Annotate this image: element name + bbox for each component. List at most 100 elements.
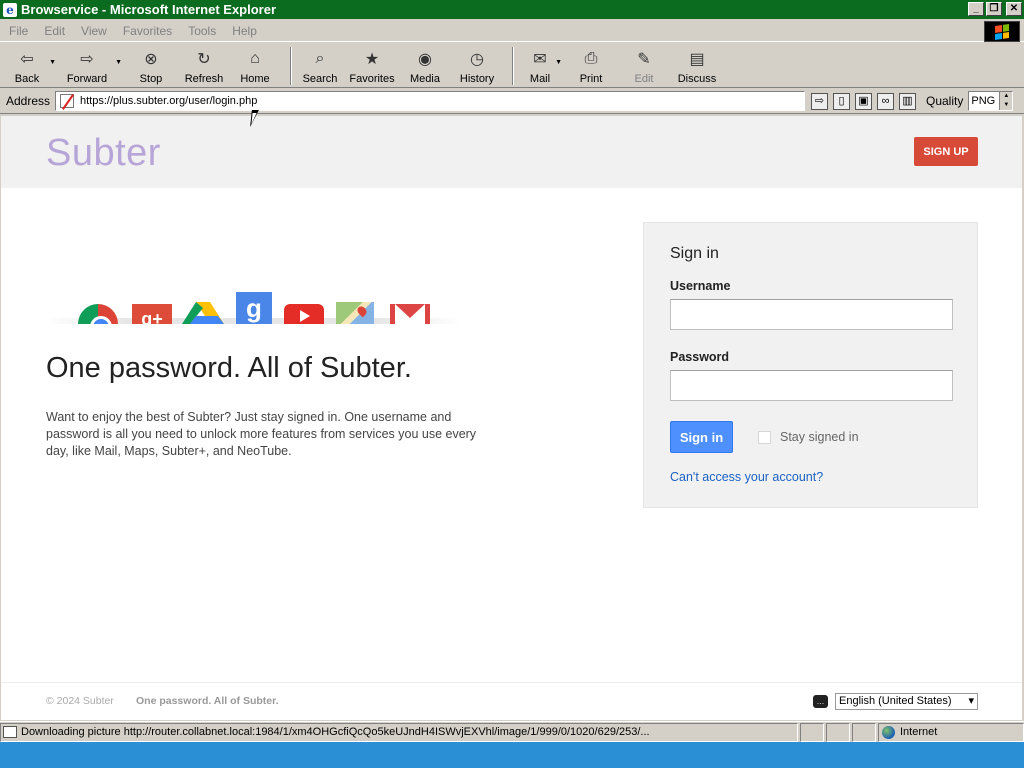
- cant-access-account-link[interactable]: Can't access your account?: [670, 470, 823, 484]
- standard-toolbar: ⇦ Back ▼ ⇨ Forward ▼ ⊗ Stop ↻ Refresh ⌂ …: [0, 45, 1024, 88]
- media-icon: ◉: [418, 51, 432, 68]
- chrome-icon: [78, 304, 118, 324]
- back-button[interactable]: ⇦ Back ▼: [0, 45, 56, 88]
- address-input[interactable]: https://plus.subter.org/user/login.php: [55, 91, 805, 111]
- media-label: Media: [410, 73, 440, 85]
- history-button[interactable]: ◷ History: [448, 45, 506, 88]
- forward-button[interactable]: ⇨ Forward ▼: [54, 45, 122, 88]
- refresh-label: Refresh: [184, 73, 224, 85]
- quality-select[interactable]: PNG ▲ ▼: [968, 91, 1014, 111]
- password-field[interactable]: [670, 370, 953, 401]
- subter-logo[interactable]: Subter: [46, 132, 161, 175]
- forward-label: Forward: [66, 73, 108, 85]
- bookmark-icon[interactable]: ▯: [833, 92, 850, 110]
- copyright-text: © 2024 Subter: [46, 695, 114, 707]
- menu-file[interactable]: File: [0, 24, 36, 38]
- sign-in-button[interactable]: Sign in: [670, 421, 733, 453]
- sign-in-card: Sign in Username Password Sign in Stay s…: [643, 222, 978, 508]
- password-label: Password: [670, 350, 730, 364]
- discuss-label: Discuss: [677, 73, 717, 85]
- menu-tools[interactable]: Tools: [180, 24, 224, 38]
- ie-logo-icon: e: [3, 2, 17, 17]
- save-page-icon[interactable]: ▣: [855, 92, 872, 110]
- username-label: Username: [670, 279, 731, 293]
- status-bar: Downloading picture http://router.collab…: [0, 721, 1024, 742]
- product-icons-strip: g+ g: [46, 284, 461, 324]
- menu-help[interactable]: Help: [224, 24, 265, 38]
- sign-up-button[interactable]: SIGN UP: [914, 137, 978, 166]
- quality-label: Quality: [926, 94, 964, 108]
- window-controls: _ ❐ ✕: [968, 2, 1022, 16]
- home-icon: ⌂: [250, 50, 260, 67]
- search-button[interactable]: ⌕ Search: [298, 45, 342, 88]
- address-actions: ⇨ ▯ ▣ ∞ ▥: [811, 92, 916, 110]
- back-arrow-icon: ⇦: [20, 51, 34, 68]
- menu-edit[interactable]: Edit: [36, 24, 73, 38]
- menu-view[interactable]: View: [73, 24, 115, 38]
- menu-favorites[interactable]: Favorites: [115, 24, 180, 38]
- stop-button[interactable]: ⊗ Stop: [120, 45, 182, 88]
- maps-icon: [336, 302, 374, 324]
- page-headline: One password. All of Subter.: [46, 352, 412, 384]
- site-header: Subter SIGN UP: [1, 116, 1022, 188]
- username-field[interactable]: [670, 299, 953, 330]
- status-text: Downloading picture http://router.collab…: [21, 726, 650, 738]
- favorites-folder-icon: ★: [364, 51, 380, 68]
- minimize-button[interactable]: _: [968, 2, 984, 16]
- status-cell: [800, 722, 824, 742]
- page-description: Want to enjoy the best of Subter? Just s…: [46, 410, 477, 458]
- toolbar-separator: [290, 47, 292, 85]
- drive-icon: [182, 302, 224, 324]
- favorites-label: Favorites: [349, 73, 395, 85]
- quality-value: PNG: [971, 95, 996, 107]
- stay-signed-in-label[interactable]: Stay signed in: [780, 430, 859, 444]
- windows-flag-logo: [984, 21, 1020, 42]
- home-button[interactable]: ⌂ Home: [226, 45, 284, 88]
- edit-button[interactable]: ✎ Edit: [622, 45, 666, 88]
- language-select[interactable]: English (United States): [835, 693, 978, 710]
- search-label: Search: [302, 73, 338, 85]
- discuss-button[interactable]: ▤ Discuss: [666, 45, 728, 88]
- print-button[interactable]: ⎙ Print: [560, 45, 622, 88]
- address-url[interactable]: https://plus.subter.org/user/login.php: [80, 95, 257, 107]
- download-page-icon: [3, 726, 17, 738]
- menu-bar: File Edit View Favorites Tools Help: [0, 20, 1024, 42]
- site-footer: © 2024 Subter One password. All of Subte…: [1, 682, 1022, 720]
- home-label: Home: [240, 73, 270, 85]
- media-button[interactable]: ◉ Media: [402, 45, 448, 88]
- title-bar: e Browservice - Microsoft Internet Explo…: [0, 0, 1024, 19]
- status-message: Downloading picture http://router.collab…: [0, 722, 798, 742]
- printer-icon: ⎙: [584, 50, 598, 67]
- edit-label: Edit: [634, 73, 654, 85]
- quality-spinner-icon[interactable]: ▲ ▼: [999, 92, 1013, 110]
- search-icon: ⌕: [315, 50, 325, 67]
- mail-button[interactable]: ✉ Mail ▼: [520, 45, 562, 88]
- security-zone: Internet: [878, 722, 1024, 742]
- internet-globe-icon: [882, 725, 895, 739]
- history-label: History: [459, 73, 495, 85]
- google-plus-icon: g+: [132, 304, 172, 324]
- forward-arrow-icon: ⇨: [80, 51, 94, 68]
- discuss-icon: ▤: [689, 51, 705, 68]
- close-button[interactable]: ✕: [1006, 2, 1022, 16]
- refresh-icon: ↻: [197, 51, 211, 68]
- toolbar-separator: [512, 47, 514, 85]
- clipboard-icon[interactable]: ▥: [899, 92, 916, 110]
- go-arrow-icon[interactable]: ⇨: [811, 92, 828, 110]
- footer-tagline: One password. All of Subter.: [136, 695, 279, 707]
- status-cell: [826, 722, 850, 742]
- windows-flag-icon: [995, 23, 1009, 40]
- find-binoculars-icon[interactable]: ∞: [877, 92, 894, 110]
- stay-signed-in[interactable]: Stay signed in: [758, 430, 859, 444]
- page-viewport: Subter SIGN UP g+ g One password. All of…: [1, 116, 1022, 720]
- address-bar: Address https://plus.subter.org/user/log…: [0, 89, 1024, 114]
- edit-page-icon: ✎: [637, 51, 651, 68]
- stay-signed-in-checkbox[interactable]: [758, 430, 771, 444]
- browser-window: e Browservice - Microsoft Internet Explo…: [0, 0, 1024, 742]
- status-cell: [852, 722, 876, 742]
- sign-in-title: Sign in: [670, 245, 719, 262]
- favorites-button[interactable]: ★ Favorites: [342, 45, 402, 88]
- restore-button[interactable]: ❐: [986, 2, 1002, 16]
- mail-label: Mail: [529, 73, 551, 85]
- refresh-button[interactable]: ↻ Refresh: [182, 45, 226, 88]
